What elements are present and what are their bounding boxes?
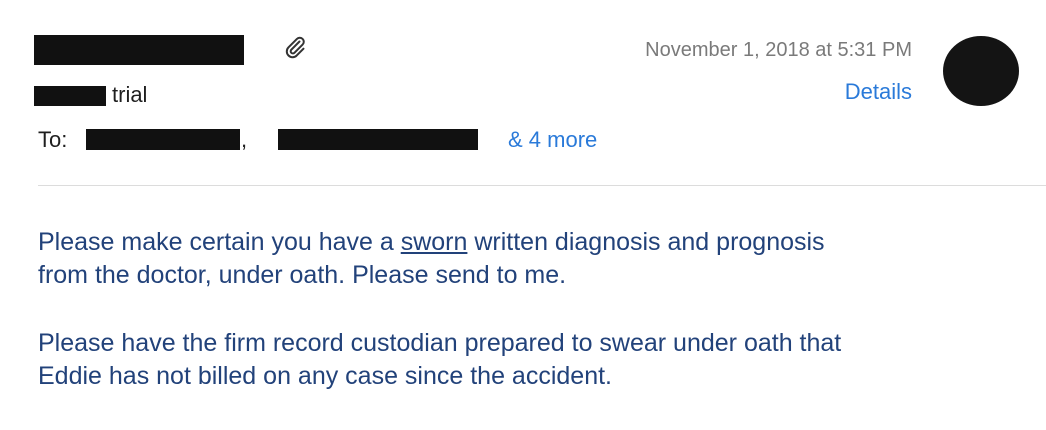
paperclip-icon[interactable] (283, 35, 307, 59)
recipient-separator: , (241, 127, 248, 152)
message-text: Please make certain you have a (38, 228, 401, 256)
recipient-2-redacted[interactable] (278, 129, 478, 150)
email-date: November 1, 2018 at 5:31 PM (645, 39, 912, 61)
subject-redacted (34, 86, 106, 106)
message-p2-line-1: Please have the firm record custodian pr… (38, 329, 842, 357)
message-p1-line-2: from the doctor, under oath. Please send… (38, 261, 567, 289)
more-recipients-link[interactable]: & 4 more (508, 127, 597, 153)
message-p1-line-1: Please make certain you have a sworn wri… (38, 226, 1028, 259)
underlined-word: sworn (400, 228, 468, 256)
recipient-1-redacted[interactable] (86, 129, 240, 150)
header-divider (38, 185, 1046, 186)
message-text: written diagnosis and prognosis (467, 228, 825, 256)
message-paragraph-2: Please have the firm record custodian pr… (38, 327, 1028, 393)
message-paragraph-1: Please make certain you have a sworn wri… (38, 226, 1028, 292)
message-p2-line-2: Eddie has not billed on any case since t… (38, 362, 612, 390)
to-label: To: (38, 127, 68, 152)
email-subject: trial (112, 82, 148, 107)
details-link[interactable]: Details (845, 79, 912, 105)
sender-name-redacted (34, 35, 244, 65)
avatar (943, 36, 1019, 106)
